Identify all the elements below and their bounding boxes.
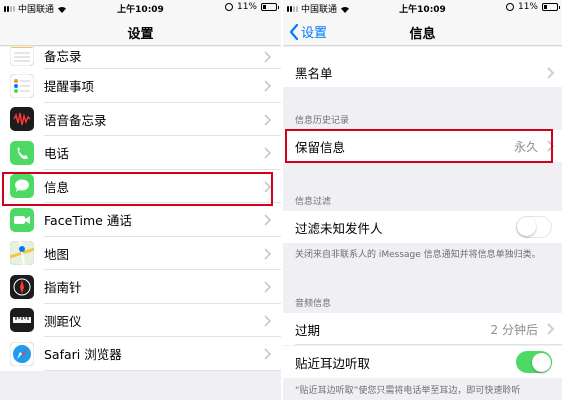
nav-bar: 设置 — [0, 16, 281, 46]
settings-row-reminders[interactable]: 提醒事项 — [0, 69, 281, 103]
filter-footer-note: 关闭来自非联系人的 iMessage 信息通知并将信息单独归类。 — [295, 250, 541, 260]
settings-row-measure[interactable]: 测距仪 — [0, 303, 281, 337]
keep-messages-label: 保留信息 — [295, 139, 346, 155]
status-bar: 中国联通 上午10:09 11% — [283, 0, 562, 16]
battery-icon — [542, 3, 560, 11]
settings-row-label: FaceTime 通话 — [44, 213, 132, 229]
page-title: 设置 — [127, 27, 154, 42]
facetime-icon — [10, 207, 34, 232]
settings-row-phone[interactable]: 电话 — [0, 136, 281, 170]
row-separator — [44, 369, 281, 371]
messages-settings-panel: 中国联通 上午10:09 11% 设置 信息 黑名单 信息历史记录 保留信息 永… — [283, 0, 562, 400]
orientation-lock-icon — [224, 3, 233, 11]
chevron-right-icon — [264, 147, 271, 159]
compass-icon — [10, 274, 34, 299]
status-right: 11% — [224, 2, 279, 12]
settings-list: 备忘录提醒事项语音备忘录电话信息 FaceTime 通话 地图指南针测距仪 Safar… — [0, 47, 281, 377]
status-bar: 中国联通 上午10:09 11% — [0, 0, 281, 16]
settings-row-maps[interactable]: 地图 — [0, 236, 281, 270]
chevron-right-icon — [264, 348, 271, 360]
toggle-knob — [517, 217, 536, 236]
filter-unknown-toggle[interactable] — [516, 216, 552, 238]
list-bottom-spacer — [0, 370, 281, 377]
safari-icon — [10, 341, 34, 366]
keep-messages-row[interactable]: 保留信息 永久 — [283, 130, 562, 162]
expire-row[interactable]: 过期 2 分钟后 — [283, 313, 562, 345]
battery-percent: 11% — [517, 2, 538, 12]
page-title: 信息 — [409, 27, 436, 42]
notes-icon — [10, 47, 34, 66]
messages-icon — [10, 174, 34, 199]
audio-section-header: 音频信息 — [295, 299, 332, 309]
settings-row-voice-memos[interactable]: 语音备忘录 — [0, 102, 281, 136]
chevron-right-icon — [264, 281, 271, 293]
chevron-right-icon — [547, 140, 554, 152]
phone-icon — [10, 140, 34, 165]
raise-to-listen-toggle[interactable] — [516, 351, 552, 373]
toggle-knob — [531, 352, 551, 372]
chevron-right-icon — [547, 67, 554, 79]
measure-icon — [10, 308, 34, 333]
raise-to-listen-row: 贴近耳边听取 — [283, 346, 562, 378]
battery-percent: 11% — [236, 2, 257, 12]
nav-bar: 设置 信息 — [283, 16, 562, 46]
settings-row-messages[interactable]: 信息 — [0, 169, 281, 203]
blacklist-label: 黑名单 — [295, 65, 333, 81]
settings-row-label: 指南针 — [44, 280, 82, 296]
expire-value: 2 分钟后 — [490, 322, 538, 337]
chevron-right-icon — [264, 247, 271, 260]
settings-row-label: 地图 — [44, 246, 70, 262]
settings-row-label: 测距仪 — [44, 313, 82, 329]
chevron-right-icon — [264, 180, 271, 193]
settings-row-label: 提醒事项 — [44, 79, 95, 95]
expire-label: 过期 — [295, 322, 321, 338]
maps-icon — [10, 241, 34, 266]
battery-icon — [261, 3, 279, 11]
settings-row-label: 语音备忘录 — [44, 112, 107, 128]
list-item-partial — [283, 47, 562, 57]
settings-row-facetime[interactable]: FaceTime 通话 — [0, 203, 281, 237]
chevron-right-icon — [264, 314, 271, 327]
history-section-header: 信息历史记录 — [295, 116, 350, 126]
settings-row-label: Safari 浏览器 — [44, 347, 122, 363]
reminders-icon — [10, 73, 34, 98]
settings-row-notes[interactable]: 备忘录 — [0, 47, 281, 69]
filter-unknown-row: 过滤未知发件人 — [283, 211, 562, 243]
raise-to-listen-label: 贴近耳边听取 — [295, 355, 371, 371]
filter-section-header: 信息过滤 — [295, 197, 332, 207]
chevron-right-icon — [264, 51, 271, 63]
orientation-lock-icon — [505, 3, 514, 11]
row-separator — [295, 344, 562, 345]
chevron-right-icon — [547, 323, 554, 335]
chevron-right-icon — [264, 113, 271, 126]
settings-row-label: 信息 — [44, 179, 70, 195]
keep-messages-value: 永久 — [513, 139, 538, 154]
settings-row-safari[interactable]: Safari 浏览器 — [0, 337, 281, 371]
settings-panel: 中国联通 上午10:09 11% 设置 备忘录提醒事项语音备忘录电话信息 Face… — [0, 0, 281, 400]
chevron-right-icon — [264, 214, 271, 226]
status-right: 11% — [505, 2, 560, 12]
settings-row-label: 备忘录 — [44, 48, 82, 64]
raise-footer-note: “贴近耳边听取”使您只需将电话举至耳边，即可快速聆听 — [295, 386, 521, 396]
blacklist-row[interactable]: 黑名单 — [283, 57, 562, 87]
filter-unknown-label: 过滤未知发件人 — [295, 220, 383, 236]
settings-row-label: 电话 — [44, 146, 70, 162]
voice-memos-icon — [10, 107, 34, 132]
settings-row-compass[interactable]: 指南针 — [0, 270, 281, 304]
chevron-right-icon — [264, 80, 271, 92]
